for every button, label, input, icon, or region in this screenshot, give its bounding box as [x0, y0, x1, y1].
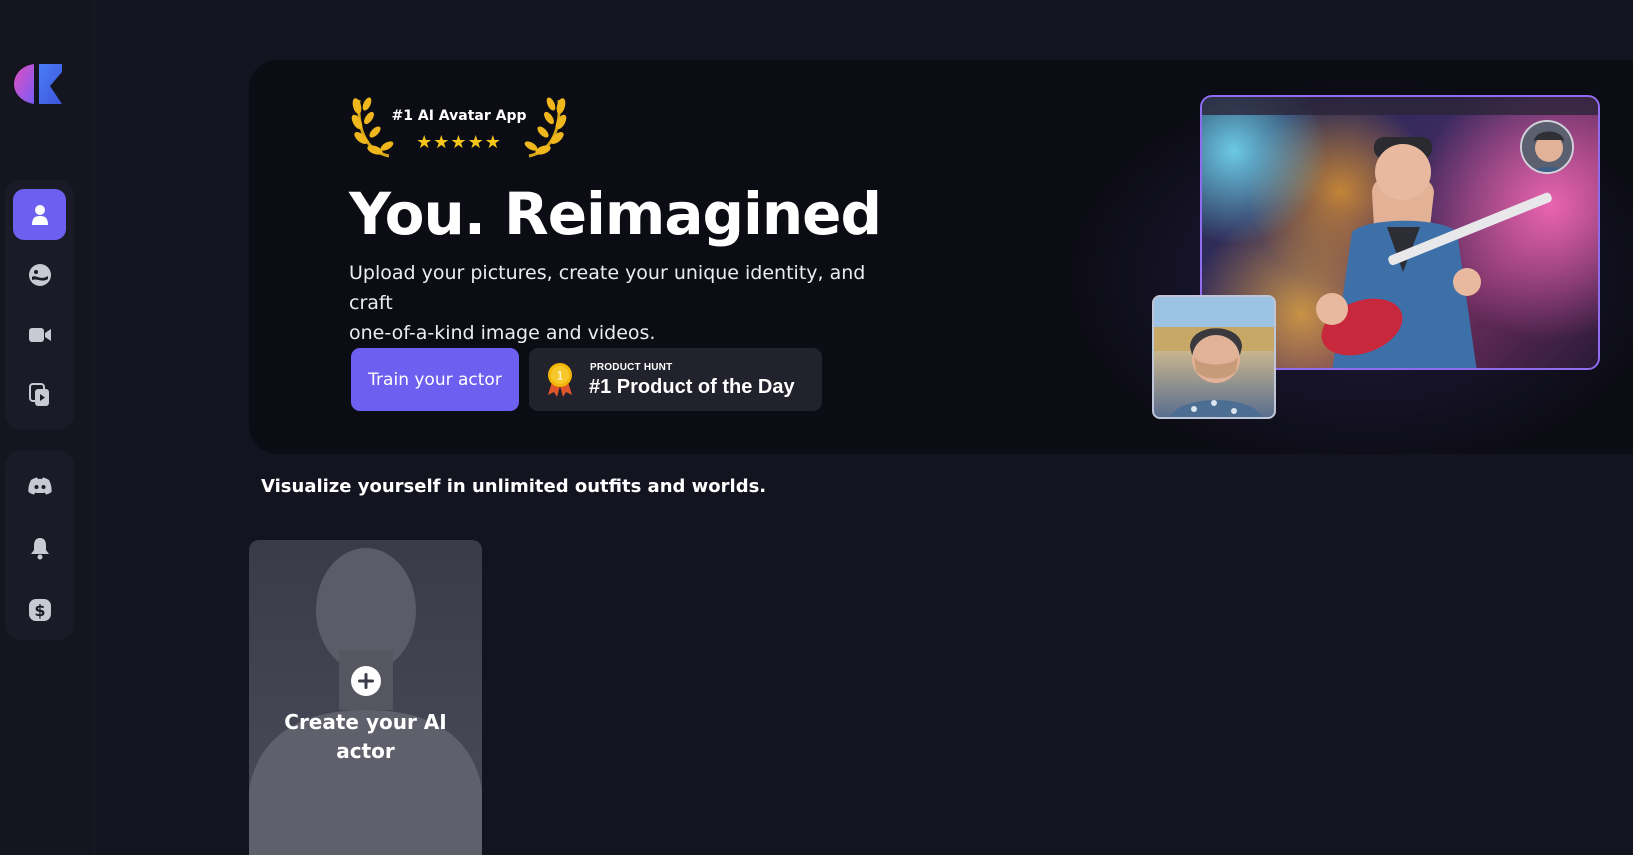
- face-avatar-thumbnail: [1520, 120, 1574, 174]
- sidebar-item-video[interactable]: [13, 309, 66, 360]
- app-logo[interactable]: [12, 62, 66, 106]
- sidebar-item-face-swap[interactable]: [13, 249, 66, 300]
- plus-icon: [351, 666, 381, 696]
- product-hunt-badge[interactable]: 1 PRODUCT HUNT #1 Product of the Day: [529, 348, 822, 411]
- create-actor-label-line1: Create your AI: [284, 710, 447, 734]
- sidebar-item-video-library[interactable]: [13, 369, 66, 420]
- sidebar-item-discord[interactable]: [13, 460, 66, 511]
- sidebar-nav-main: [5, 180, 74, 430]
- hero-banner: #1 AI Avatar App ★★★★★ You. Reimagined U…: [249, 60, 1633, 454]
- app-root: $ #1 AI Avatar App ★★★★★ You. Reimagined…: [0, 0, 1633, 855]
- video-copy-icon: [28, 382, 49, 406]
- medal-icon: 1: [548, 363, 572, 397]
- mannequin-illustration: [249, 548, 482, 855]
- medal-number: 1: [557, 369, 564, 383]
- sidebar: $: [0, 0, 95, 855]
- hero-subtitle: Upload your pictures, create your unique…: [349, 258, 889, 348]
- train-actor-button[interactable]: Train your actor: [351, 348, 519, 411]
- dollar-icon: $: [28, 598, 51, 621]
- create-actor-card[interactable]: Create your AI actor: [249, 540, 482, 855]
- award-badge: #1 AI Avatar App ★★★★★: [349, 94, 569, 160]
- hero-subtitle-line1: Upload your pictures, create your unique…: [349, 262, 866, 314]
- laurel-right-icon: [524, 97, 567, 158]
- bell-icon: [30, 537, 49, 559]
- source-photo-thumbnail: [1152, 295, 1276, 419]
- sidebar-item-actors[interactable]: [13, 189, 66, 240]
- svg-text:$: $: [34, 601, 45, 620]
- hero-subtitle-line2: one-of-a-kind image and videos.: [349, 322, 656, 344]
- create-actor-label-line2: actor: [336, 739, 395, 763]
- create-actor-label: Create your AI actor: [249, 708, 482, 766]
- video-camera-icon: [28, 327, 51, 342]
- face-swap-icon: [28, 263, 51, 286]
- sidebar-item-notifications[interactable]: [13, 522, 66, 573]
- person-icon: [31, 204, 48, 225]
- hero-title: You. Reimagined: [349, 180, 882, 248]
- discord-icon: [27, 477, 52, 494]
- sidebar-item-pricing[interactable]: $: [13, 584, 66, 635]
- section-heading: Visualize yourself in unlimited outfits …: [261, 476, 767, 497]
- product-hunt-title: #1 Product of the Day: [589, 376, 795, 398]
- sidebar-nav-secondary: $: [5, 450, 74, 640]
- product-hunt-label: PRODUCT HUNT: [590, 362, 673, 373]
